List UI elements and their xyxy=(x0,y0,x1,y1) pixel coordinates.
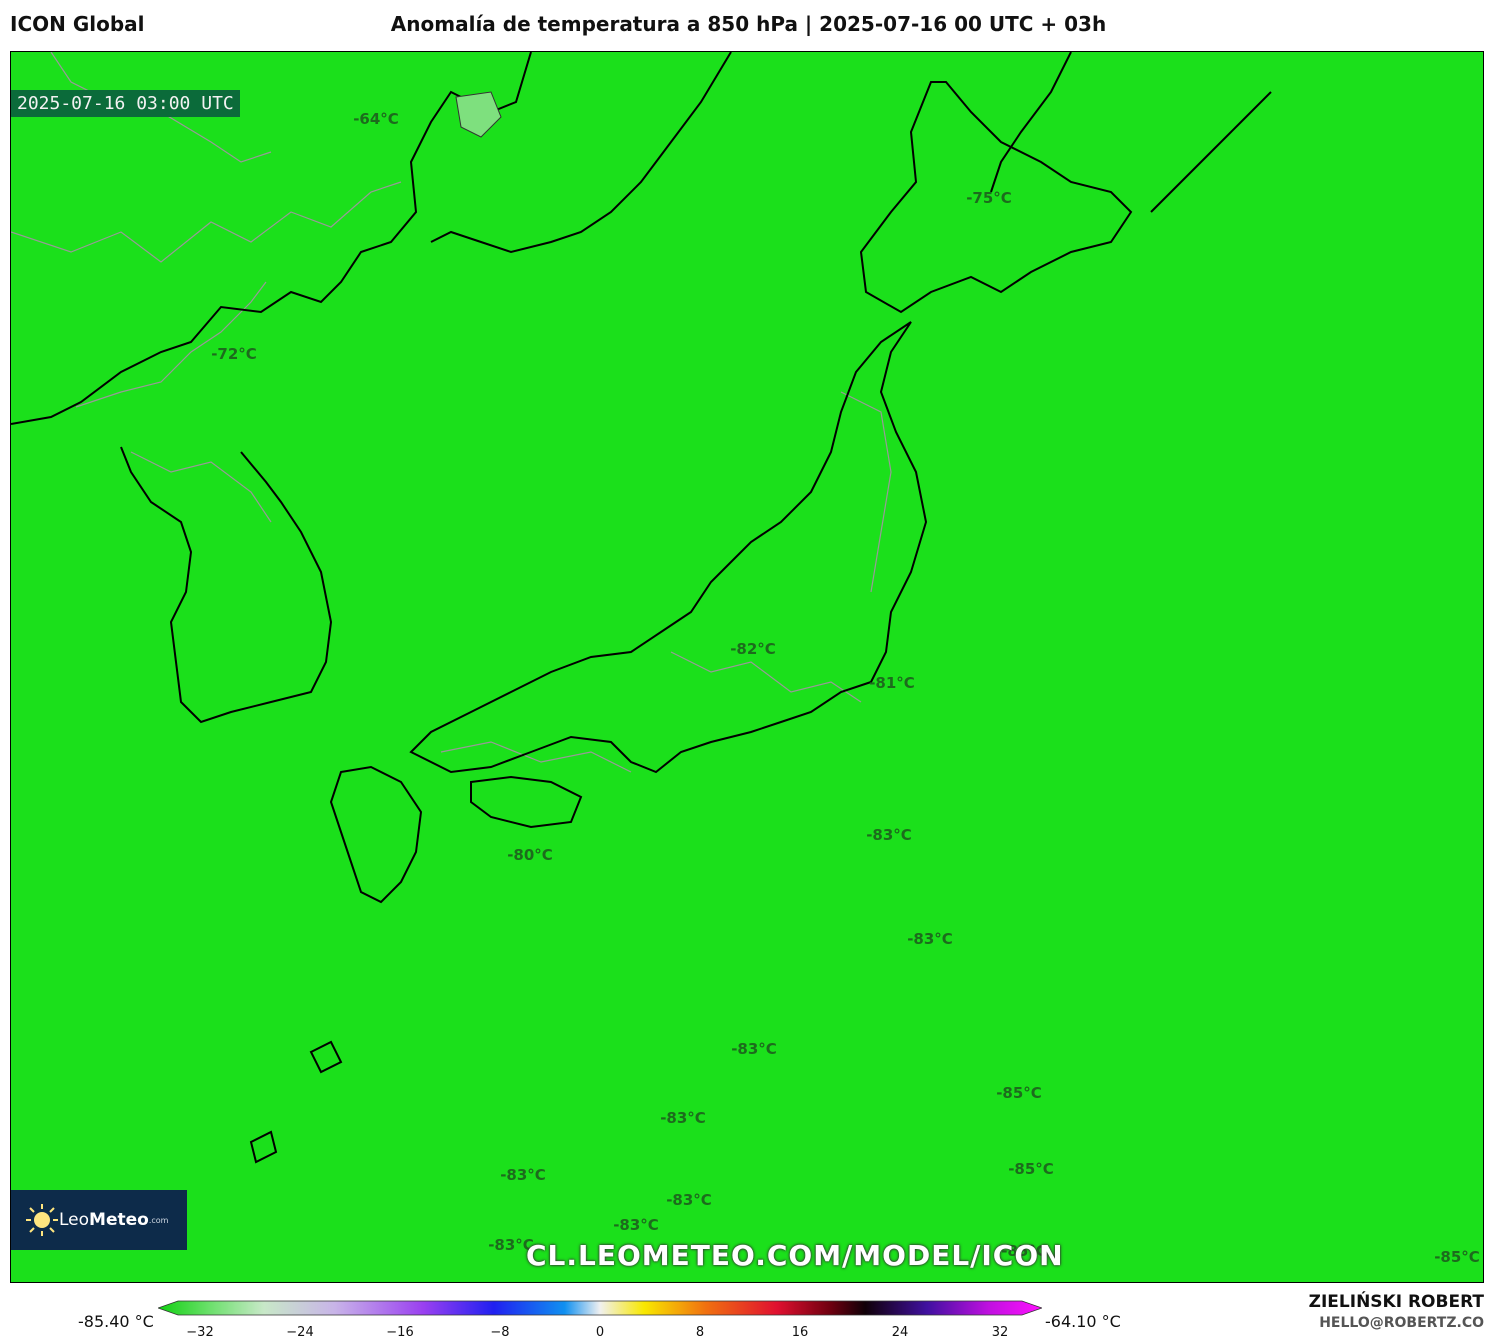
temperature-label: -80°C xyxy=(507,846,553,864)
colorbar xyxy=(158,1300,1042,1316)
coast-korea-peninsula xyxy=(120,446,333,724)
scale-max-label: -64.10 °C xyxy=(1045,1312,1121,1331)
url-watermark: CL.LEOMETEO.COM/MODEL/ICON xyxy=(526,1239,1064,1272)
scale-min-label: -85.40 °C xyxy=(78,1312,154,1331)
temperature-label: -81°C xyxy=(869,674,915,692)
colorbar-tick: −32 xyxy=(186,1325,214,1340)
temperature-label: -83°C xyxy=(666,1191,712,1209)
colorbar-tick: 16 xyxy=(791,1325,809,1340)
temperature-label: -85°C xyxy=(1008,1160,1054,1178)
colorbar-tick: −16 xyxy=(386,1325,414,1340)
logo-com-text: .com xyxy=(148,1215,169,1225)
coast-kurils xyxy=(1150,91,1272,213)
temperature-label: -83°C xyxy=(907,930,953,948)
coast-ryukyu xyxy=(249,1040,343,1164)
temperature-label: -72°C xyxy=(211,345,257,363)
map-title: Anomalía de temperatura a 850 hPa | 2025… xyxy=(390,12,1107,36)
temperature-label: -82°C xyxy=(730,640,776,658)
colorbar-tick: −8 xyxy=(490,1325,510,1340)
author-credit: ZIELIŃSKI ROBERT xyxy=(1308,1292,1484,1312)
temperature-label: -83°C xyxy=(500,1166,546,1184)
temperature-label: -85°C xyxy=(1434,1248,1480,1266)
map-frame[interactable]: 2025-07-16 03:00 UTC -64°C -75°C -72°C -… xyxy=(10,51,1484,1283)
border-japan-internal-2 xyxy=(440,741,632,773)
temperature-label: -83°C xyxy=(866,826,912,844)
colorbar-tick: 32 xyxy=(991,1325,1009,1340)
temperature-label: -85°C xyxy=(996,1084,1042,1102)
coastline-map xyxy=(11,52,1272,1164)
sun-icon xyxy=(26,1204,58,1236)
coast-shikoku xyxy=(470,775,583,829)
author-email: HELLO@ROBERTZ.CO xyxy=(1319,1315,1484,1331)
colorbar-tick: 8 xyxy=(695,1325,705,1340)
coast-primorye xyxy=(430,52,732,254)
coast-kyushu xyxy=(329,765,423,904)
logo-meteo-text: Meteo xyxy=(89,1210,149,1230)
colorbar-tick: 0 xyxy=(595,1325,605,1340)
temperature-label: -83°C xyxy=(731,1040,777,1058)
leometeo-logo[interactable]: Leo Meteo .com xyxy=(11,1190,187,1250)
border-china-russia xyxy=(11,181,402,263)
coast-honshu xyxy=(409,321,928,774)
colorbar-tick: −24 xyxy=(286,1325,314,1340)
lake-khanka xyxy=(455,91,502,138)
border-japan-internal-1 xyxy=(670,651,862,703)
valid-time-badge: 2025-07-16 03:00 UTC xyxy=(11,90,240,117)
temperature-label: -64°C xyxy=(353,110,399,128)
border-tohoku xyxy=(840,391,892,593)
temperature-label: -75°C xyxy=(966,189,1012,207)
temperature-label: -83°C xyxy=(660,1109,706,1127)
colorbar-tick: 24 xyxy=(891,1325,909,1340)
coast-sakhalin xyxy=(990,52,1072,193)
logo-leo-text: Leo xyxy=(59,1210,90,1230)
temperature-label: -83°C xyxy=(613,1216,659,1234)
